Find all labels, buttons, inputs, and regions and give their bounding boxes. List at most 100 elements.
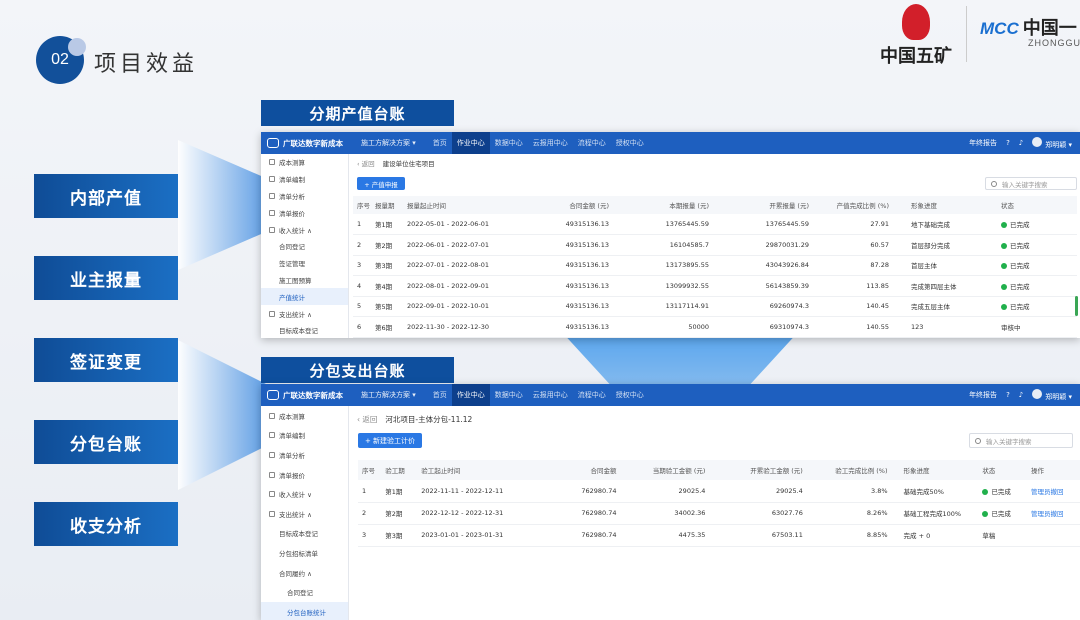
- tab-cloud-center[interactable]: 云报用中心: [528, 384, 573, 406]
- sidebar-item-contract-register[interactable]: 合同登记: [261, 582, 348, 602]
- table-cell: 2022-05-01 - 2022-06-01: [403, 214, 513, 235]
- sidebar-item-output-stats[interactable]: 产值统计: [261, 288, 348, 306]
- withdraw-link[interactable]: 管理员撤回: [1027, 480, 1080, 503]
- tab-auth-center[interactable]: 授权中心: [611, 384, 649, 406]
- document-icon: [269, 471, 275, 478]
- table-row[interactable]: 3 第3期 2023-01-01 - 2023-01-31 762980.74 4475…: [358, 524, 1080, 547]
- annual-report-link[interactable]: 年终报告: [969, 390, 997, 400]
- table-row[interactable]: 1 第1期 2022-11-11 - 2022-12-11 762980.74 2902…: [358, 480, 1080, 503]
- tab-work-center[interactable]: 作业中心: [451, 132, 490, 154]
- table-row[interactable]: 3 第3期 2022-07-01 - 2022-08-01 49315136.13 13…: [353, 255, 1077, 276]
- sidebar-item-contract-perform[interactable]: 合同履约 ∧: [261, 563, 348, 583]
- tab-flow-center[interactable]: 流程中心: [573, 132, 611, 154]
- label-subcontract-ledger: 分包台账: [34, 420, 178, 464]
- table-cell: 第1期: [381, 480, 418, 503]
- sidebar-item-bill-analysis[interactable]: 清单分析: [261, 445, 348, 465]
- back-link[interactable]: ‹ 返回: [357, 160, 375, 168]
- brand[interactable]: 广联达数字新成本: [261, 138, 353, 149]
- sidebar-item-income[interactable]: 收入统计 ∧: [261, 221, 348, 238]
- col-status: 状态: [978, 460, 1027, 480]
- table-cell: 首层部分完成: [893, 234, 997, 256]
- table-cell: 6: [353, 316, 371, 338]
- help-icon[interactable]: ?: [1006, 391, 1010, 399]
- tab-home[interactable]: 首页: [428, 132, 452, 154]
- table-row[interactable]: 1 第1期 2022-05-01 - 2022-06-01 49315136.13 13…: [353, 214, 1077, 235]
- sidebar-item-contract-register[interactable]: 合同登记: [261, 238, 348, 255]
- scrollbar-thumb[interactable]: [1075, 296, 1078, 316]
- table-cell: 2022-09-01 - 2022-10-01: [403, 296, 513, 317]
- sidebar-item-bill-quote[interactable]: 清单报价: [261, 204, 348, 221]
- bottom-sidebar: 成本测算 清单编制 清单分析 清单报价 收入统计 ∨ 支出统计 ∧ 目标成本登记…: [261, 406, 349, 620]
- sidebar-item-cost-estimate[interactable]: 成本测算: [261, 406, 348, 426]
- user-menu[interactable]: 郑明颖 ▾: [1032, 136, 1072, 150]
- solution-dropdown[interactable]: 施工方解决方案 ▾: [361, 138, 416, 148]
- sidebar-item-expense[interactable]: 支出统计 ∧: [261, 305, 348, 322]
- table-cell: 67503.11: [709, 524, 807, 547]
- table-cell: 63027.76: [709, 502, 807, 525]
- sidebar-item-bill-compile[interactable]: 清单编制: [261, 171, 348, 188]
- solution-dropdown[interactable]: 施工方解决方案 ▾: [361, 390, 416, 400]
- tab-flow-center[interactable]: 流程中心: [573, 384, 611, 406]
- col-contract: 合同金额 (元): [513, 196, 613, 214]
- table-cell: 50000: [613, 316, 713, 338]
- sidebar-item-target-cost[interactable]: 目标成本登记: [261, 524, 348, 544]
- tab-cloud-center[interactable]: 云报用中心: [528, 132, 573, 154]
- sidebar-item-bill-compile[interactable]: 清单编制: [261, 426, 348, 446]
- sidebar-item-bill-analysis[interactable]: 清单分析: [261, 188, 348, 205]
- col-progress: 形象进度: [893, 196, 997, 214]
- annual-report-link[interactable]: 年终报告: [969, 138, 997, 148]
- sidebar-item-bid-list[interactable]: 分包招标清单: [261, 543, 348, 563]
- tab-work-center[interactable]: 作业中心: [451, 384, 490, 406]
- logo-divider: [966, 6, 967, 62]
- table-cell: 49315136.13: [513, 214, 613, 235]
- table-row[interactable]: 2 第2期 2022-12-12 - 2022-12-31 762980.74 3400…: [358, 502, 1080, 525]
- avatar: [1032, 388, 1043, 399]
- subcontract-table: 序号 验工期 验工起止时间 合同金额 当期验工金额 (元) 开累验工金额 (元) 验工完成比…: [358, 460, 1080, 547]
- search-input[interactable]: 输入关键字搜索: [969, 433, 1073, 448]
- table-cell: 29025.4: [620, 480, 710, 503]
- sidebar-item-subcontract-stats[interactable]: 分包台账统计: [261, 601, 348, 620]
- bottom-nav-bar: 广联达数字新成本 施工方解决方案 ▾ 首页 作业中心 数据中心 云报用中心 流程…: [261, 384, 1080, 406]
- sidebar-item-target-cost[interactable]: 目标成本登记: [261, 322, 348, 338]
- col-current: 当期验工金额 (元): [620, 460, 710, 480]
- sidebar-item-budget[interactable]: 施工图预算: [261, 272, 348, 289]
- flow-arrow-upper: [178, 140, 268, 270]
- tab-data-center[interactable]: 数据中心: [490, 384, 528, 406]
- status-badge: 已完成: [997, 234, 1077, 256]
- col-index: 序号: [353, 196, 371, 214]
- tab-home[interactable]: 首页: [428, 384, 452, 406]
- new-output-button[interactable]: + 产值申报: [357, 177, 405, 190]
- table-cell: 2022-11-11 - 2022-12-11: [417, 480, 536, 503]
- minmetals-emblem-icon: [902, 4, 930, 40]
- withdraw-link[interactable]: 管理员撤回: [1027, 502, 1080, 525]
- sidebar-item-bill-quote[interactable]: 清单报价: [261, 465, 348, 485]
- minmetals-logo: 中国五矿: [880, 4, 952, 67]
- back-link[interactable]: ‹ 返回: [357, 415, 377, 424]
- sidebar-item-expense[interactable]: 支出统计 ∧: [261, 504, 348, 524]
- sidebar-item-cost-estimate[interactable]: 成本测算: [261, 154, 348, 171]
- sidebar-item-income[interactable]: 收入统计 ∨: [261, 484, 348, 504]
- table-row[interactable]: 4 第4期 2022-08-01 - 2022-09-01 49315136.13 13…: [353, 275, 1077, 297]
- new-acceptance-button[interactable]: + 新建验工计价: [358, 433, 422, 448]
- table-cell: 49315136.13: [513, 296, 613, 317]
- sidebar-item-visa[interactable]: 签证管理: [261, 255, 348, 272]
- withdraw-link[interactable]: [1027, 524, 1080, 547]
- table-cell: 2023-01-01 - 2023-01-31: [417, 524, 536, 547]
- table-row[interactable]: 2 第2期 2022-06-01 - 2022-07-01 49315136.13 16…: [353, 234, 1077, 256]
- table-cell: 1: [358, 480, 382, 503]
- tab-data-center[interactable]: 数据中心: [490, 132, 528, 154]
- label-income-expense: 收支分析: [34, 502, 178, 546]
- table-row[interactable]: 6 第6期 2022-11-30 - 2022-12-30 49315136.13 50…: [353, 316, 1077, 338]
- mcc-en: ZHONGGUO: [1028, 38, 1080, 48]
- bell-icon[interactable]: ♪: [1019, 139, 1023, 147]
- table-header-row: 序号 验工期 验工起止时间 合同金额 当期验工金额 (元) 开累验工金额 (元) 验工完成比…: [358, 460, 1080, 480]
- table-row[interactable]: 5 第5期 2022-09-01 - 2022-10-01 49315136.13 13…: [353, 296, 1077, 317]
- table-cell: 2022-08-01 - 2022-09-01: [403, 275, 513, 297]
- brand[interactable]: 广联达数字新成本: [261, 390, 353, 401]
- tab-auth-center[interactable]: 授权中心: [611, 132, 649, 154]
- search-input[interactable]: 输入关键字搜索: [985, 177, 1077, 190]
- bell-icon[interactable]: ♪: [1019, 391, 1023, 399]
- project-name: 河北项目-主体分包-11.12: [385, 415, 473, 424]
- user-menu[interactable]: 郑明颖 ▾: [1032, 388, 1072, 402]
- help-icon[interactable]: ?: [1006, 139, 1010, 147]
